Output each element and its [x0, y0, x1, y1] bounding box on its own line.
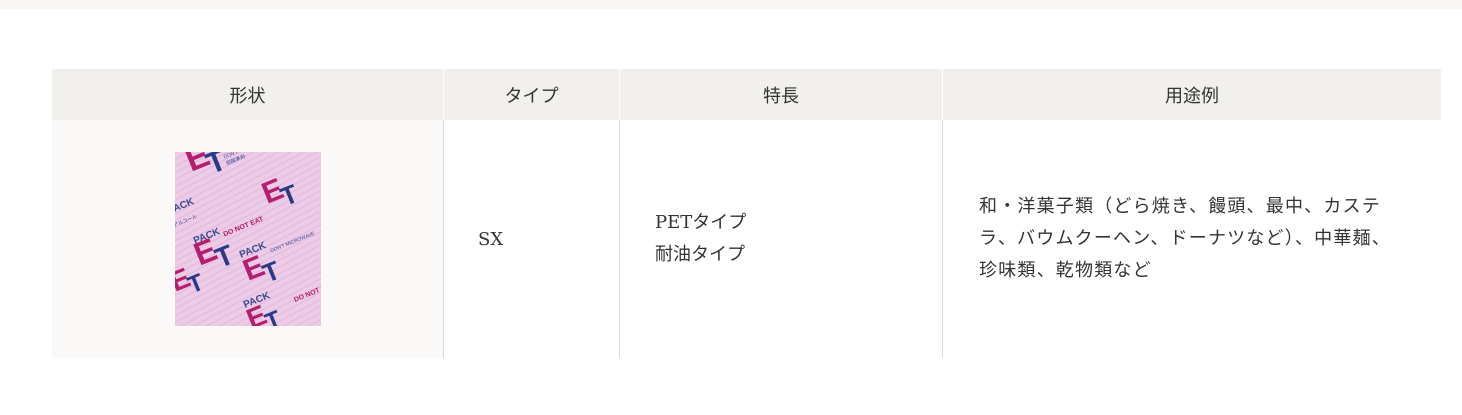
table-header-row: 形状 タイプ 特長 用途例 — [52, 69, 1441, 120]
header-type: タイプ — [443, 69, 620, 120]
product-spec-table: 形状 タイプ 特長 用途例 E T 脱酸素剤 PACK アルコール E T PA… — [52, 69, 1441, 358]
header-features: 特長 — [619, 69, 943, 120]
header-shape: 形状 — [52, 69, 444, 120]
usage-cell: 和・洋菓子類（どら焼き、饅頭、最中、カステラ、バウムクーヘン、ドーナツなど）、中… — [942, 120, 1441, 358]
features-cell: PETタイプ 耐油タイプ — [619, 120, 943, 358]
et-pack-sachet-image: E T DO NOT EAT DON'T MICROWAVE 脱酸素剤 PACK… — [174, 152, 321, 326]
feature-item: 耐油タイプ — [655, 244, 745, 265]
table-row: E T DO NOT EAT DON'T MICROWAVE 脱酸素剤 PACK… — [52, 120, 1441, 358]
feature-item: PETタイプ — [655, 212, 747, 233]
header-usage: 用途例 — [942, 69, 1441, 120]
top-band — [0, 0, 1462, 9]
shape-cell: E T DO NOT EAT DON'T MICROWAVE 脱酸素剤 PACK… — [52, 120, 444, 358]
type-cell: SX — [443, 120, 620, 358]
